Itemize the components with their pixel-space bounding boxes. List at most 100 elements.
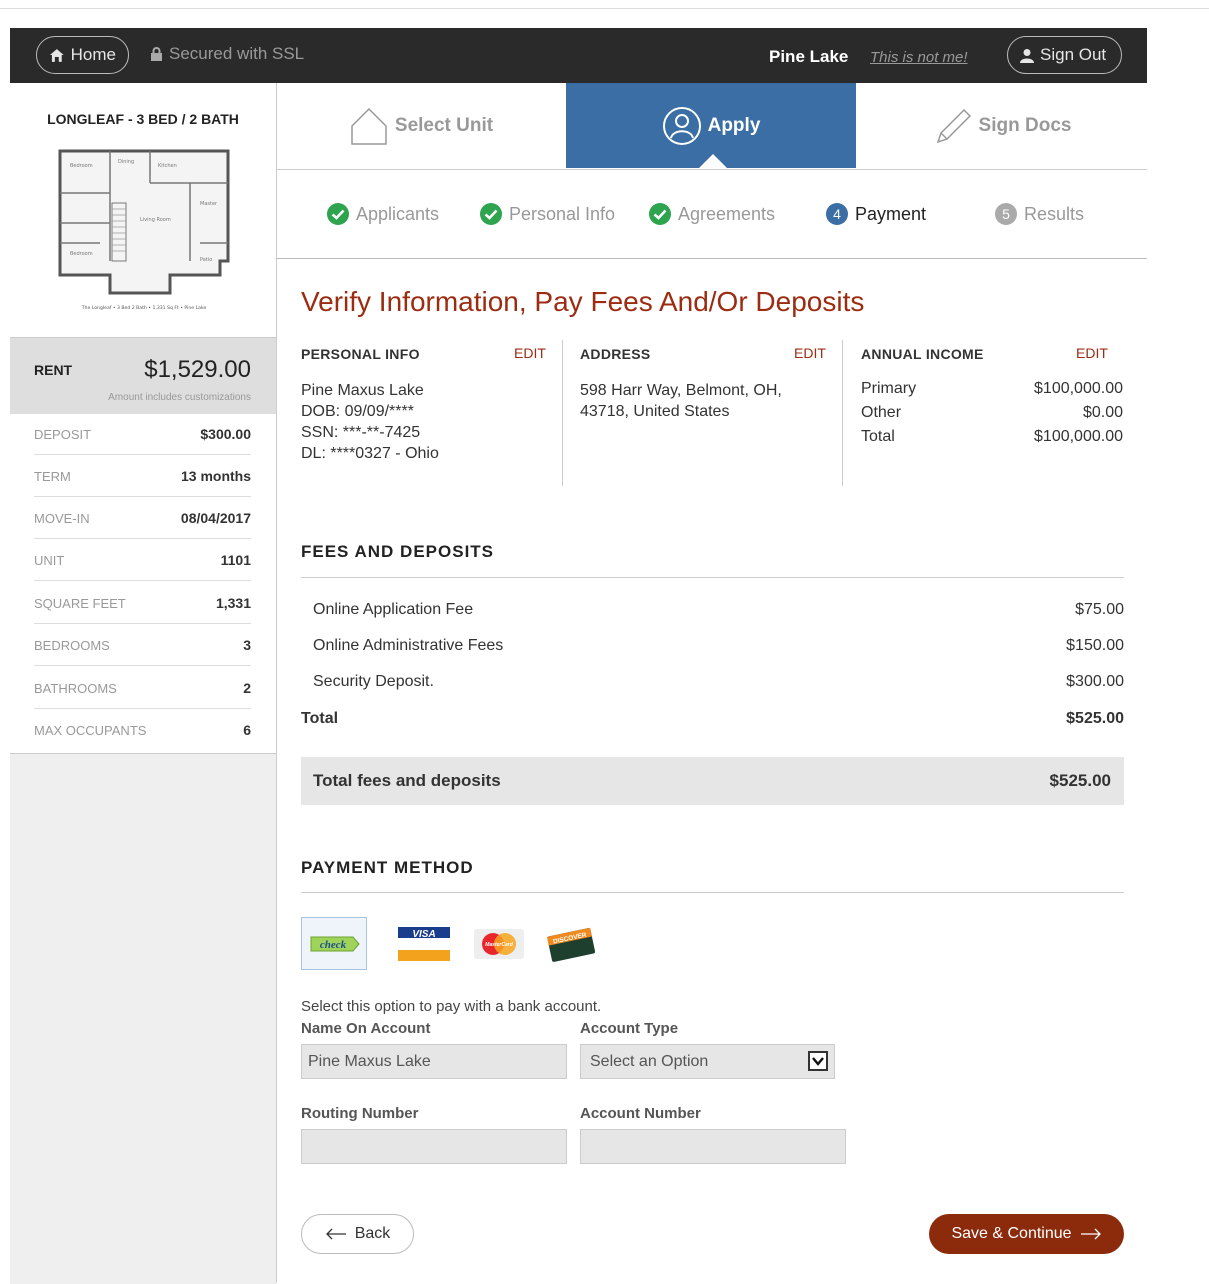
income-value: $0.00 [1082,404,1123,421]
detail-row-move-in: MOVE-IN 08/04/2017 [34,497,251,539]
substep-label: Payment [855,203,927,224]
income-label: Total [861,428,895,445]
fees-heading: FEES AND DEPOSITS [301,542,495,561]
substep-label: Personal Info [509,203,616,224]
annual-income-section: ANNUAL INCOME EDIT Primary $100,000.00 O… [861,338,1123,498]
address-body: 598 Harr Way, Belmont, OH, 43718, United… [580,380,782,422]
rent-value: $1,529.00 [144,356,251,383]
house-icon [351,107,387,145]
page-title: Verify Information, Pay Fees And/Or Depo… [301,286,865,317]
svg-text:Patio: Patio [200,257,212,263]
substep-payment[interactable]: 4 Payment [825,202,926,226]
svg-text:VISA: VISA [412,929,435,940]
app-frame: Home Secured with SSL Pine Lake This is … [10,28,1147,1284]
fee-label: Online Administrative Fees [313,637,504,654]
column-divider [562,340,563,486]
substep-personal-info[interactable]: Personal Info [479,202,615,226]
edit-income-link[interactable]: EDIT [1076,345,1108,361]
svg-text:5: 5 [1002,206,1010,222]
home-icon [49,48,64,62]
fee-value: $75.00 [1075,601,1124,618]
substep-agreements[interactable]: Agreements [648,202,775,226]
check-payment-icon: check [310,936,360,951]
svg-text:Living Room: Living Room [140,217,171,223]
income-label: Other [861,404,902,421]
address-line-2: 43718, United States [580,403,730,420]
personal-info-body: Pine Maxus Lake DOB: 09/09/**** SSN: ***… [301,380,439,464]
check-circle-icon [649,203,671,225]
address-section: ADDRESS EDIT 598 Harr Way, Belmont, OH, … [580,338,827,498]
detail-label: UNIT [34,553,65,568]
substep-applicants[interactable]: Applicants [326,202,439,226]
address-heading: ADDRESS [580,346,651,362]
chevron-down-icon [808,1051,828,1071]
detail-row-square-feet: SQUARE FEET 1,331 [34,582,251,624]
sign-out-button[interactable]: Sign Out [1007,36,1122,74]
detail-value: $300.00 [200,426,251,442]
address-line-1: 598 Harr Way, Belmont, OH, [580,382,782,399]
fee-label: Online Application Fee [313,601,474,618]
fees-divider [301,577,1124,578]
step-label: Sign Docs [978,114,1072,136]
total-fees-box: Total fees and deposits $525.00 [301,757,1124,805]
sub-steps: Applicants Personal Info Agreements 4 Pa… [276,170,1147,259]
pay-option-mastercard[interactable]: MasterCard [471,917,527,970]
account-type-value: Select an Option [590,1053,709,1070]
svg-text:Bedroom: Bedroom [70,251,93,257]
name-on-account-input[interactable] [301,1044,567,1079]
step-select-unit[interactable]: Select Unit [276,83,566,168]
active-step-caret [698,154,728,169]
detail-value: 6 [243,722,251,738]
name-on-account-label: Name On Account [301,1020,431,1037]
pay-option-check[interactable]: check [301,917,367,970]
detail-row-unit: UNIT 1101 [34,539,251,581]
back-button[interactable]: Back [301,1214,414,1254]
routing-number-label: Routing Number [301,1105,419,1122]
income-value: $100,000.00 [1034,428,1123,445]
detail-label: MAX OCCUPANTS [34,723,147,738]
detail-value: 1101 [220,552,251,568]
detail-value: 2 [243,680,251,696]
applicant-ssn: SSN: ***-**-7425 [301,424,421,441]
check-circle-icon [480,203,502,225]
step-label: Apply [707,114,761,136]
edit-address-link[interactable]: EDIT [794,345,826,361]
edit-personal-link[interactable]: EDIT [514,345,546,361]
rent-label: RENT [34,362,73,378]
personal-info-section: PERSONAL INFO EDIT Pine Maxus Lake DOB: … [301,338,547,498]
account-number-input[interactable] [580,1129,846,1164]
svg-text:check: check [320,939,347,951]
detail-row-bathrooms: BATHROOMS 2 [34,667,251,709]
rent-summary: RENT $1,529.00 Amount includes customiza… [10,337,276,414]
not-me-link[interactable]: This is not me! [870,49,968,66]
substep-results[interactable]: 5 Results [994,202,1084,226]
applicant-dl: DL: ****0327 - Ohio [301,445,439,462]
discover-card-icon: DISCOVER [546,927,596,962]
routing-number-input[interactable] [301,1129,567,1164]
pay-option-discover[interactable]: DISCOVER [543,917,599,970]
detail-label: BATHROOMS [34,681,117,696]
column-divider [842,340,843,486]
step-sign-docs[interactable]: Sign Docs [857,83,1147,168]
account-type-select[interactable]: Select an Option [580,1044,835,1079]
applicant-name: Pine Maxus Lake [301,382,424,399]
applicant-dob: DOB: 09/09/**** [301,403,414,420]
save-continue-button[interactable]: Save & Continue [929,1214,1124,1254]
payment-hint: Select this option to pay with a bank ac… [301,998,602,1015]
svg-text:Master: Master [200,201,218,207]
ssl-label: Secured with SSL [169,44,305,63]
top-divider [0,8,1209,9]
detail-row-term: TERM 13 months [34,455,251,497]
income-label: Primary [861,380,917,397]
step-label: Select Unit [394,114,494,136]
detail-label: DEPOSIT [34,427,92,442]
detail-label: BEDROOMS [34,638,110,653]
lock-icon [151,46,162,61]
user-circle-icon [662,106,701,145]
user-icon [1020,48,1034,63]
pay-option-visa[interactable]: VISA [393,917,455,970]
home-button[interactable]: Home [36,36,129,74]
account-type-label: Account Type [580,1020,679,1037]
main-steps: Select Unit Apply Sign Docs [276,83,1147,170]
ssl-indicator: Secured with SSL [150,44,304,64]
